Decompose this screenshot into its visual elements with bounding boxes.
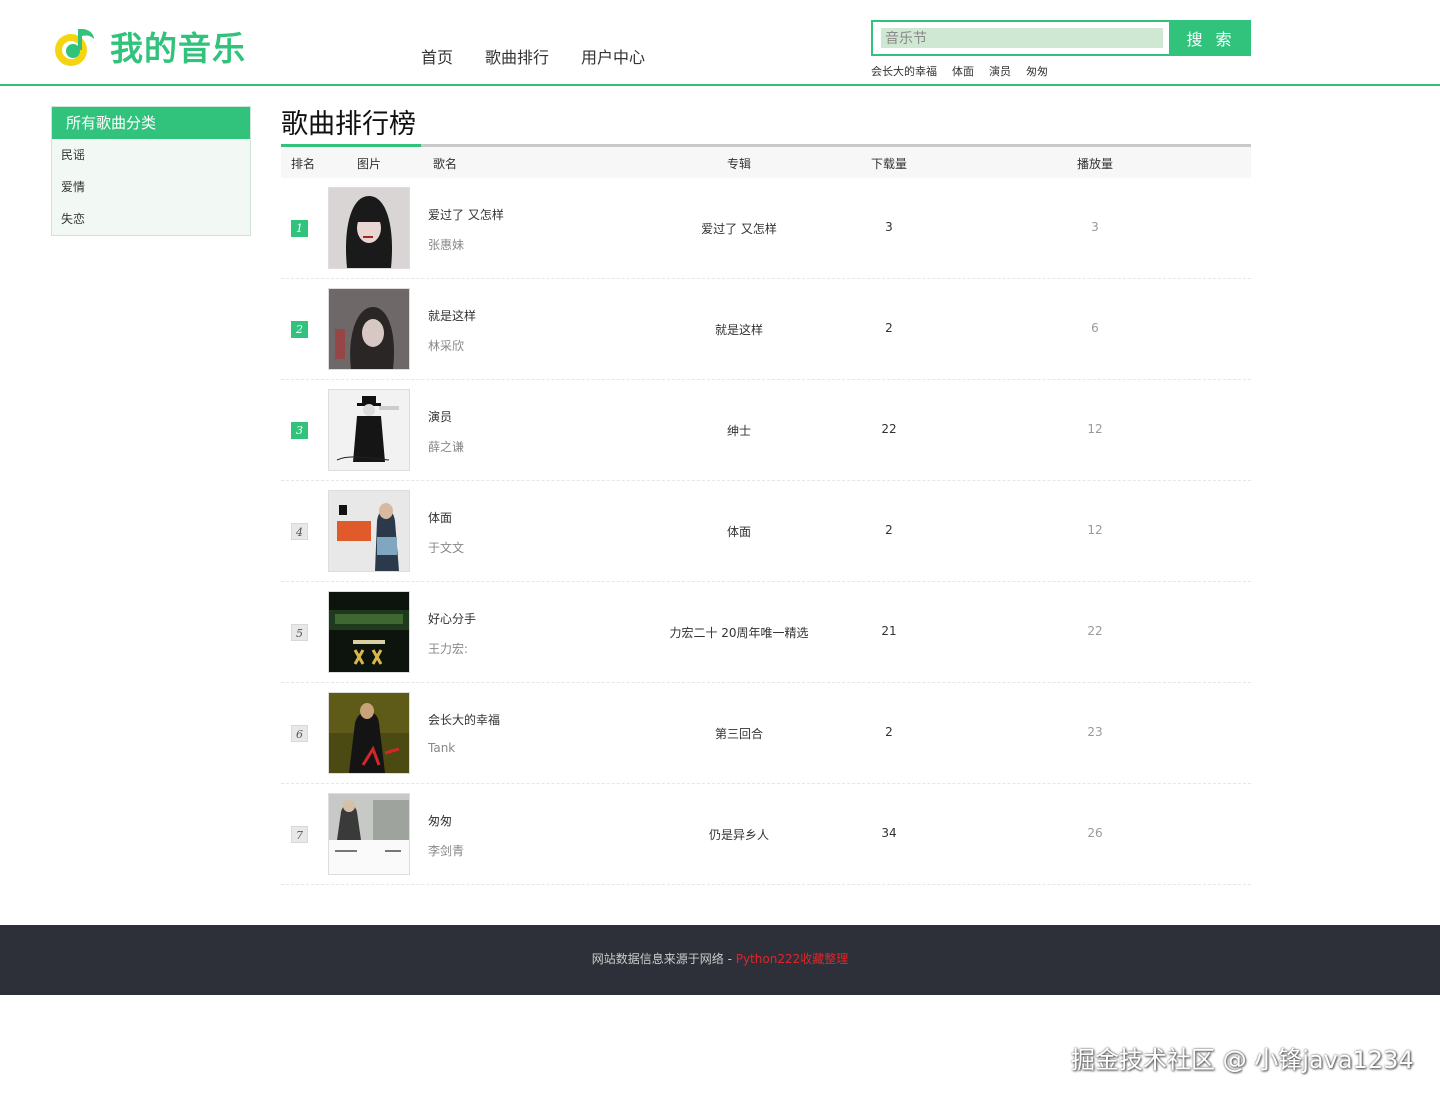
sidebar-item-folk[interactable]: 民谣: [52, 139, 250, 171]
column-header-song: 歌名: [433, 157, 458, 171]
album-name[interactable]: 仍是异乡人: [621, 826, 857, 843]
footer-link[interactable]: Python222收藏整理: [736, 952, 849, 966]
play-count: 26: [1087, 826, 1103, 840]
rank-badge: 7: [291, 826, 308, 843]
download-count: 2: [885, 523, 893, 537]
download-count: 3: [885, 220, 893, 234]
singer-name[interactable]: 王力宏:: [428, 640, 468, 657]
search-input-frame: [871, 20, 1171, 56]
table-row: 3 演员 薛之谦 绅士 22 12: [281, 380, 1251, 481]
rank-badge: 6: [291, 725, 308, 742]
album-cover[interactable]: [328, 793, 410, 875]
search-button[interactable]: 搜 索: [1171, 20, 1251, 56]
download-count: 34: [881, 826, 897, 840]
hot-search-item[interactable]: 演员: [989, 63, 1011, 79]
song-name[interactable]: 演员: [428, 408, 452, 425]
play-count: 22: [1087, 624, 1103, 638]
sidebar-title: 所有歌曲分类: [52, 107, 250, 139]
column-header-image: 图片: [357, 157, 382, 171]
album-name[interactable]: 体面: [621, 523, 857, 540]
nav-home[interactable]: 首页: [421, 44, 453, 68]
nav-song-ranking[interactable]: 歌曲排行: [485, 44, 549, 68]
singer-name[interactable]: 于文文: [428, 539, 464, 556]
album-cover[interactable]: [328, 288, 410, 370]
footer-text: 网站数据信息来源于网络 -: [591, 952, 736, 966]
music-note-logo-icon: [55, 29, 94, 66]
album-name[interactable]: 第三回合: [621, 725, 857, 742]
album-cover[interactable]: [328, 490, 410, 572]
category-sidebar: 所有歌曲分类 民谣 爱情 失恋: [51, 106, 251, 236]
main-nav: 首页 歌曲排行 用户中心: [421, 44, 677, 68]
site-header: 我的音乐 首页 歌曲排行 用户中心 搜 索 会长大的幸福 体面 演员 匆匆: [0, 0, 1440, 86]
column-header-plays: 播放量: [1077, 157, 1114, 171]
column-header-downloads: 下载量: [871, 157, 908, 171]
album-cover[interactable]: [328, 692, 410, 774]
column-header-rank: 排名: [291, 157, 316, 171]
song-name[interactable]: 爱过了 又怎样: [428, 206, 504, 223]
site-footer: 网站数据信息来源于网络 - Python222收藏整理: [0, 925, 1440, 995]
rank-badge: 2: [291, 321, 308, 338]
play-count: 12: [1087, 523, 1103, 537]
hot-search-item[interactable]: 体面: [952, 63, 974, 79]
album-name[interactable]: 就是这样: [621, 321, 857, 338]
album-name[interactable]: 爱过了 又怎样: [621, 220, 857, 237]
play-count: 6: [1091, 321, 1099, 335]
play-count: 3: [1091, 220, 1099, 234]
sidebar-item-love[interactable]: 爱情: [52, 171, 250, 203]
table-row: 6 会长大的幸福 Tank 第三回合 2 23: [281, 683, 1251, 784]
download-count: 2: [885, 725, 893, 739]
rank-badge: 4: [291, 523, 308, 540]
play-count: 12: [1087, 422, 1103, 436]
search-input[interactable]: [881, 28, 1163, 48]
watermark: 掘金技术社区 @ 小锋java1234: [1071, 1046, 1414, 1074]
album-name[interactable]: 绅士: [621, 422, 857, 439]
download-count: 22: [881, 422, 897, 436]
hot-search-item[interactable]: 匆匆: [1026, 63, 1048, 79]
search-box: 搜 索: [871, 20, 1251, 56]
hot-search-item[interactable]: 会长大的幸福: [871, 63, 937, 79]
ranking-table-header: 排名 图片 歌名 专辑 下载量 播放量: [281, 147, 1251, 178]
play-count: 23: [1087, 725, 1103, 739]
singer-name[interactable]: 薛之谦: [428, 438, 464, 455]
table-row: 1 爱过了 又怎样 张惠妹 爱过了 又怎样 3 3: [281, 178, 1251, 279]
song-name[interactable]: 会长大的幸福: [428, 711, 500, 728]
nav-user-center[interactable]: 用户中心: [581, 44, 645, 68]
site-logo[interactable]: 我的音乐: [52, 22, 246, 70]
rank-badge: 3: [291, 422, 308, 439]
song-name[interactable]: 体面: [428, 509, 452, 526]
singer-name[interactable]: 张惠妹: [428, 236, 464, 253]
rank-badge: 5: [291, 624, 308, 641]
album-cover[interactable]: [328, 389, 410, 471]
table-row: 4 体面 于文文 体面 2 12: [281, 481, 1251, 582]
singer-name[interactable]: 李剑青: [428, 842, 464, 859]
download-count: 21: [881, 624, 897, 638]
table-row: 5 好心分手 王力宏: 力宏二十 20周年唯一精选 21 22: [281, 582, 1251, 683]
rank-badge: 1: [291, 220, 308, 237]
song-name[interactable]: 就是这样: [428, 307, 476, 324]
singer-name[interactable]: Tank: [428, 741, 455, 755]
page-title: 歌曲排行榜: [281, 109, 416, 140]
album-cover[interactable]: [328, 187, 410, 269]
table-row: 7 匆匆 李剑青 仍是异乡人 34 26: [281, 784, 1251, 885]
song-name[interactable]: 匆匆: [428, 812, 452, 829]
download-count: 2: [885, 321, 893, 335]
hot-search-list: 会长大的幸福 体面 演员 匆匆: [871, 63, 1063, 79]
table-row: 2 就是这样 林采欣 就是这样 2 6: [281, 279, 1251, 380]
singer-name[interactable]: 林采欣: [428, 337, 464, 354]
sidebar-item-heartbreak[interactable]: 失恋: [52, 203, 250, 235]
site-name: 我的音乐: [110, 29, 246, 68]
album-name[interactable]: 力宏二十 20周年唯一精选: [621, 624, 857, 641]
column-header-album: 专辑: [727, 157, 752, 171]
song-name[interactable]: 好心分手: [428, 610, 476, 627]
album-cover[interactable]: [328, 591, 410, 673]
